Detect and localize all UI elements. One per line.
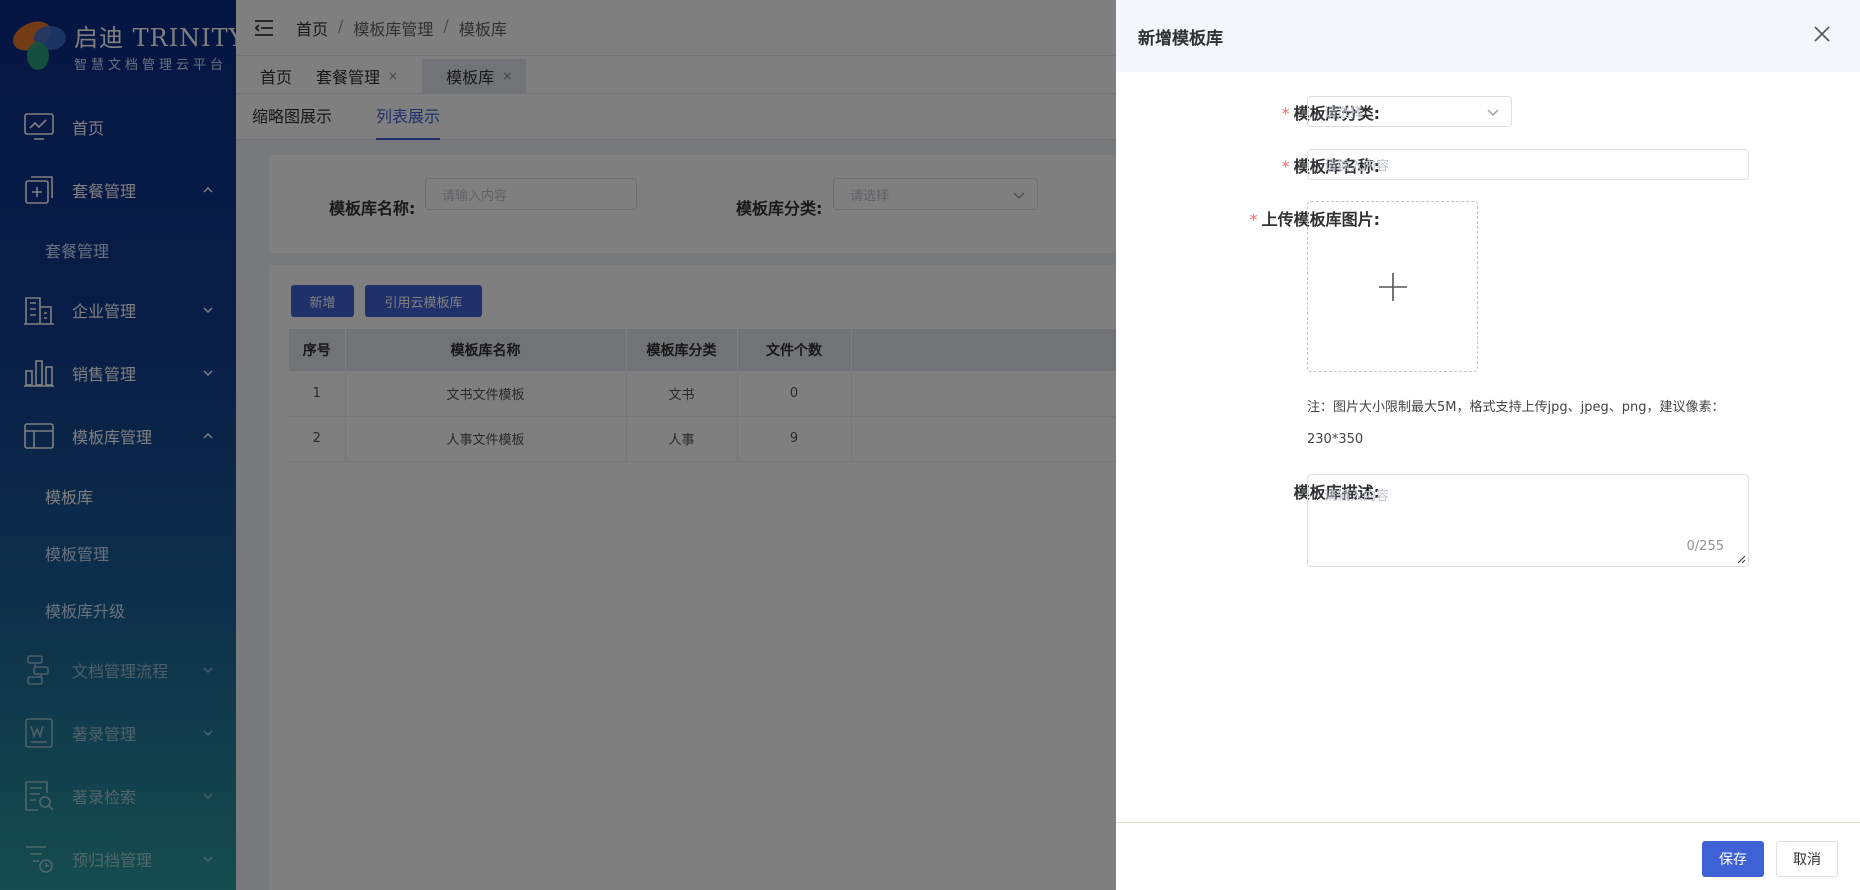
required-mark: *	[1281, 157, 1290, 176]
required-mark: *	[1249, 210, 1258, 229]
resize-handle-icon[interactable]	[1737, 555, 1746, 564]
drawer-footer: 保存 取消	[1116, 822, 1860, 890]
category-select[interactable]: 请选择	[1307, 96, 1512, 127]
save-button[interactable]: 保存	[1702, 841, 1764, 877]
cancel-button[interactable]: 取消	[1776, 841, 1838, 877]
upload-note-line: 230*350	[1307, 432, 1364, 447]
name-input[interactable]: 请输入内容	[1307, 149, 1749, 180]
required-mark: *	[1281, 104, 1290, 123]
upload-note-line: 注：图片大小限制最大5M，格式支持上传jpg、jpeg、png，建议像素：	[1307, 400, 1725, 415]
drawer-header: 新增模板库	[1116, 0, 1860, 72]
select-placeholder: 请选择	[1324, 106, 1364, 121]
plus-icon	[1378, 272, 1407, 301]
drawer-title: 新增模板库	[1138, 28, 1223, 49]
textarea-placeholder: 请输入内容	[1324, 489, 1390, 504]
char-counter: 0/255	[1686, 539, 1724, 554]
close-icon[interactable]	[1812, 24, 1832, 44]
image-uploader[interactable]	[1307, 201, 1478, 372]
add-template-drawer: 新增模板库 * 模板库分类: 请选择 * 模板库名称: 请输入内容 * 上传模板库图片…	[1116, 0, 1860, 890]
upload-note: 注：图片大小限制最大5M，格式支持上传jpg、jpeg、png，建议像素： 23…	[1307, 392, 1727, 456]
chevron-down-icon	[1487, 109, 1499, 116]
description-textarea[interactable]: 请输入内容 0/255	[1307, 474, 1749, 567]
